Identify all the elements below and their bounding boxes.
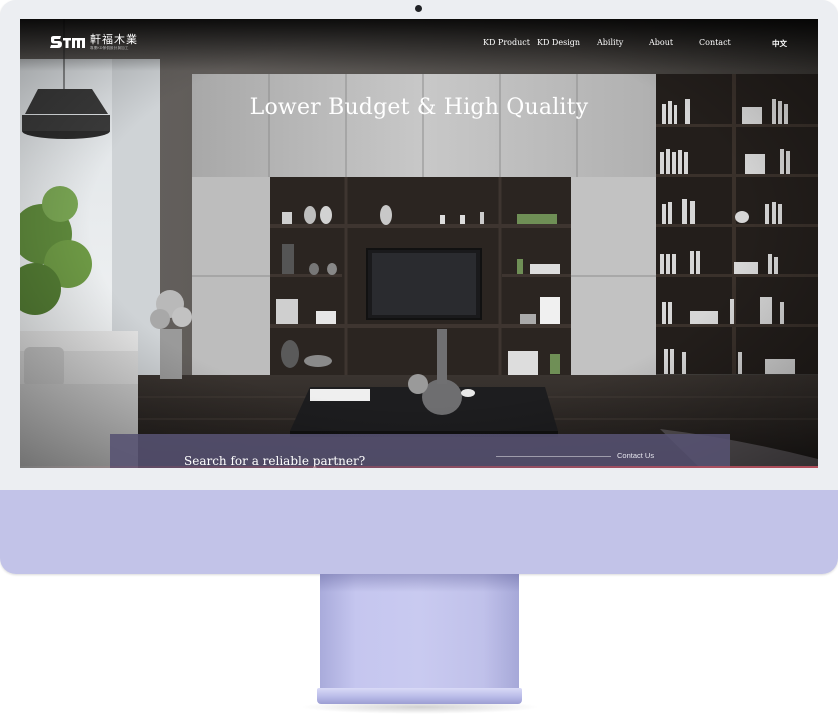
logo-chinese-name: 軒福木業 [90,33,138,46]
imac-foot [317,688,522,704]
imac-monitor: 軒福木業 專業KD傢俱設計與加工 KD Product KD Design Ab… [0,0,838,574]
screen-bottom-accent [20,466,818,468]
hero-title: Lower Budget & High Quality [249,95,589,120]
contact-cta-bar: Search for a reliable partner? Contact U… [110,434,730,468]
logo-subtitle: 專業KD傢俱設計與加工 [90,46,129,50]
logo-mark-icon [50,36,85,48]
nav-ability[interactable]: Ability [597,38,623,47]
contact-us-link[interactable]: Contact Us [617,451,654,460]
site-logo[interactable]: 軒福木業 專業KD傢俱設計與加工 [49,34,138,51]
website-screen: 軒福木業 專業KD傢俱設計與加工 KD Product KD Design Ab… [20,19,818,468]
language-switch[interactable]: 中文 [772,38,787,49]
nav-kd-product[interactable]: KD Product [483,38,530,47]
hero-living-room-image [20,19,818,468]
nav-contact[interactable]: Contact [699,38,731,47]
imac-chin [0,490,838,574]
cta-divider-line [496,456,611,457]
camera-dot [415,5,422,12]
nav-about[interactable]: About [649,38,673,47]
stand-shadow [320,574,519,592]
nav-kd-design[interactable]: KD Design [537,38,580,47]
logo-text-group: 軒福木業 專業KD傢俱設計與加工 [90,34,138,51]
top-navigation: 軒福木業 專業KD傢俱設計與加工 KD Product KD Design Ab… [20,19,818,71]
